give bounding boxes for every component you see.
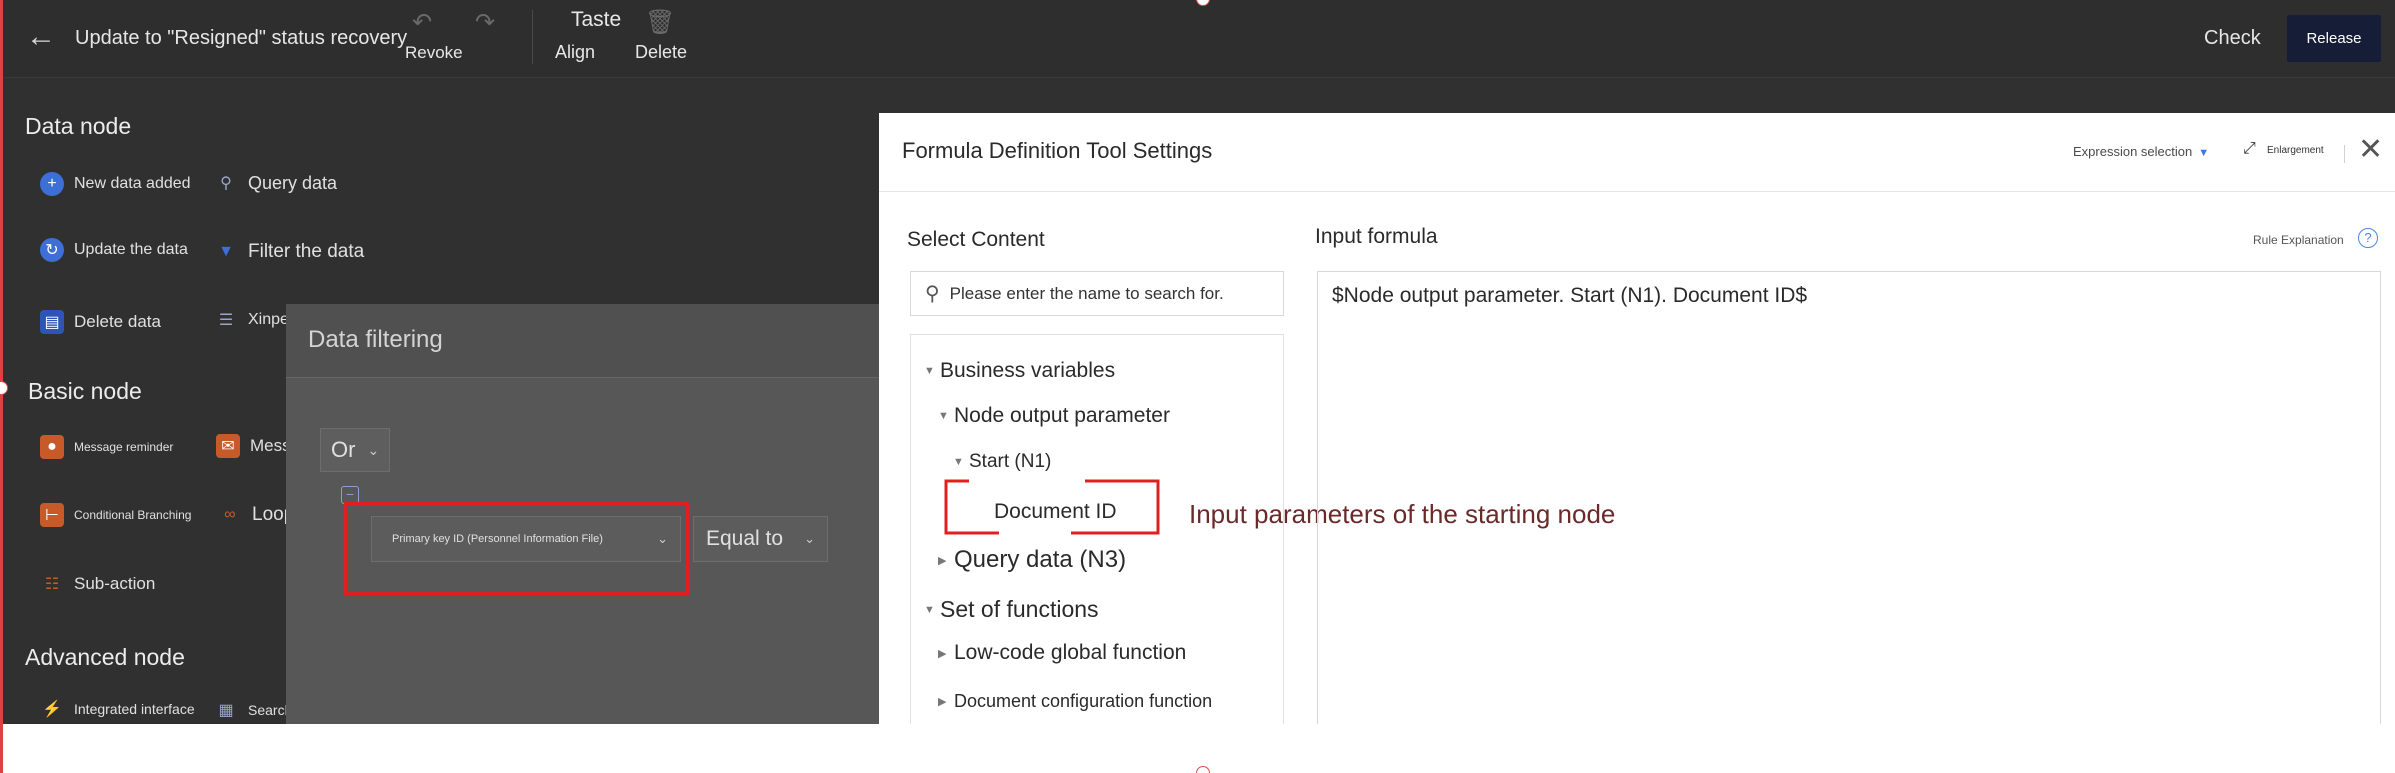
delete-button[interactable]: Delete [635,42,687,63]
taste-button[interactable]: Taste [571,8,621,32]
chevron-down-icon: ⌄ [804,531,815,546]
data-node-title: Data node [25,113,132,139]
expression-selection-label: Expression selection [2073,144,2193,159]
palette-integrated-interface[interactable]: ⚡ Integrated interface [40,686,195,724]
tree-item-set-of-functions[interactable]: ▼ Set of functions [924,596,1099,623]
loop-icon: ∞ [224,506,236,523]
tree-item-document-configuration-function[interactable]: ▶ Document configuration function [938,691,1212,712]
palette-update-the-data[interactable]: ↻ Update the data [40,227,188,273]
resize-handle-bottom[interactable] [1196,766,1210,773]
advanced-node-title: Advanced node [25,644,185,670]
page-title: Update to "Resigned" status recovery [75,27,408,49]
list-icon: ☰ [218,312,234,329]
help-icon[interactable]: ? [2358,228,2378,248]
tree-item-low-code-global-function[interactable]: ▶ Low-code global function [938,641,1186,665]
bottom-strip [0,724,2395,773]
palette-loop[interactable]: ∞ Loop [218,492,294,538]
palette-message-reminder[interactable]: ● Message reminder [40,424,173,470]
close-icon[interactable]: ✕ [2358,135,2383,165]
logic-select[interactable]: Or ⌄ [320,428,390,472]
bell-icon: ● [40,435,64,459]
palette-conditional-branching[interactable]: ⊢ Conditional Branching [40,492,191,538]
sub-action-icon: ☷ [44,576,60,593]
data-filtering-title: Data filtering [308,326,443,353]
data-filtering-header: Data filtering [286,304,926,378]
operator-select[interactable]: Equal to ⌄ [693,516,828,562]
palette-xinpei[interactable]: ☰ Xinpei [214,297,293,343]
document-id-highlight [944,479,1160,535]
app-stage: ← Update to "Resigned" status recovery ↶… [0,0,2395,773]
enlargement-button[interactable]: Enlargement [2267,145,2324,156]
filter-icon: ▼ [218,243,234,260]
interface-icon: ⚡ [42,701,62,718]
tree-item-label: Set of functions [940,596,1099,622]
input-formula-title: Input formula [1315,225,1438,248]
chevron-down-icon: ⌄ [367,441,380,458]
palette-new-data-added[interactable]: + New data added [40,161,191,207]
formula-definition-dialog: Formula Definition Tool Settings Express… [879,113,2395,724]
branch-icon: ⊢ [40,503,64,527]
caret-down-icon: ▼ [2198,147,2210,159]
palette-query-data[interactable]: ⚲ Query data [214,160,337,206]
chart-icon: ▦ [218,702,234,719]
align-button[interactable]: Align [555,42,595,63]
caret-right-icon: ▶ [938,696,947,708]
enlarge-icon[interactable]: ⤢ [2243,140,2256,158]
tree-item-label: Low-code global function [954,641,1187,664]
release-button[interactable]: Release [2287,15,2381,62]
palette-sub-action[interactable]: ☷ Sub-action [40,561,155,607]
rule-explanation-link[interactable]: Rule Explanation [2253,233,2344,247]
palette-delete-data[interactable]: ▤ Delete data [40,299,161,345]
expression-selection-dropdown[interactable]: Expression selection ▼ [2073,144,2209,159]
caret-down-icon: ▼ [924,603,935,616]
delete-data-icon: ▤ [40,310,64,334]
undo-icon[interactable]: ↶ [412,8,432,37]
message-icon: ✉ [216,434,240,458]
logic-select-value: Or [331,437,356,462]
header-divider [2344,145,2345,163]
operator-select-value: Equal to [706,527,784,550]
redo-icon[interactable]: ↷ [475,8,495,37]
field-highlight-box [344,502,689,595]
back-arrow-icon[interactable]: ← [26,20,56,54]
palette-filter-the-data[interactable]: ▼ Filter the data [214,229,364,275]
revoke-button[interactable]: Revoke [405,43,463,63]
data-filtering-dialog: Data filtering Or ⌄ − Primary key ID (Pe… [286,304,926,724]
toolbar-divider [532,10,533,64]
formula-editor[interactable]: $Node output parameter. Start (N1). Docu… [1317,271,2381,724]
update-icon: ↻ [40,238,64,262]
top-toolbar: ← Update to "Resigned" status recovery ↶… [0,0,2395,78]
basic-node-title: Basic node [28,378,142,404]
plus-circle-icon: + [40,172,64,196]
check-button[interactable]: Check [2204,27,2261,50]
trash-icon[interactable]: 🗑 [645,8,675,37]
tree-item-label: Document configuration function [954,691,1213,711]
caret-right-icon: ▶ [938,647,947,660]
search-icon: ⚲ [220,175,232,192]
